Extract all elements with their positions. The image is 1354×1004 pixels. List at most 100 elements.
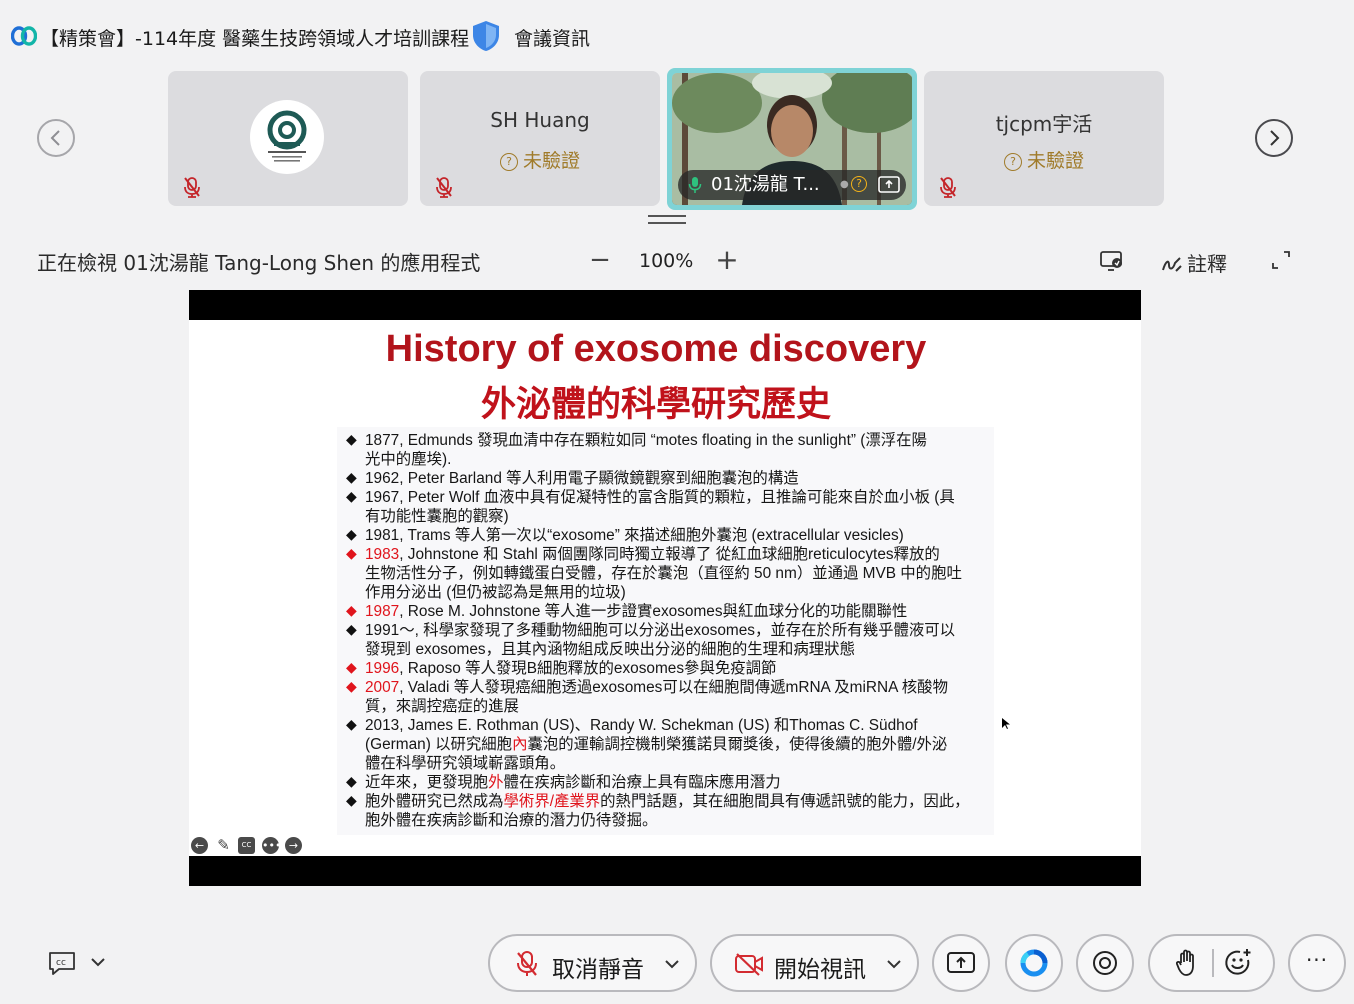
previous-participants-button[interactable] [37,119,75,157]
record-icon [1093,951,1117,975]
bullet-text: 發現到 exosomes，且其內涵物組成反映出分泌的細胞的生理和病理狀態 [365,641,855,658]
next-slide-icon[interactable]: → [285,837,302,854]
question-icon: ? [499,153,518,171]
letterbox-bottom [189,856,1141,886]
participant-tile[interactable]: tjcpm宇活 ? 未驗證 [924,71,1164,206]
next-participants-button[interactable] [1255,119,1293,157]
bullet-diamond: ◆ [346,470,357,486]
title-bar: 【精策會】-114年度 醫藥生技跨領域人才培訓課程 會議資訊 [0,0,1354,70]
unmute-button[interactable]: 取消靜音 [488,934,697,992]
cc-icon[interactable]: cc [47,950,77,976]
participant-tile[interactable]: SH Huang ? 未驗證 [420,71,660,206]
bullet-text: 2007, Valadi 等人發現癌細胞透過exosomes可以在細胞間傳遞mR… [365,678,948,697]
logo-emblem-icon [267,110,307,162]
video-off-icon [735,953,763,976]
mic-muted-icon [517,951,537,976]
bullet-text-body: (German) 以研究細胞 [365,736,513,753]
active-speaker-tile[interactable]: 01沈湯龍 T... ● ? [667,68,917,210]
subtitles-icon[interactable]: CC [238,837,255,854]
shared-screen[interactable]: History of exosome discovery 外泌體的科學研究歷史 … [189,290,1141,886]
bullet-text-body: 體在疾病診斷和治療上具有臨床應用潛力 [503,774,781,791]
chevron-down-icon[interactable] [664,957,680,971]
year-highlight: 2007 [365,679,400,696]
annotate-icon [1162,257,1182,272]
bullet-text-body: , Valadi 等人發現癌細胞透過exosomes可以在細胞間傳遞mRNA 及… [399,679,948,696]
chevron-down-icon[interactable] [89,953,107,971]
annotate-label: 註釋 [1187,252,1227,276]
pen-icon[interactable]: ✎ [215,837,232,854]
unmute-label: 取消靜音 [552,957,644,983]
record-button[interactable] [1076,934,1134,992]
bullet-text: 2013, James E. Rothman (US)、Randy W. Sch… [365,717,918,734]
start-video-button[interactable]: 開始視訊 [710,934,919,992]
bullet-text: (German) 以研究細胞內囊泡的運輸調控機制榮獲諾貝爾獎後，使得後續的胞外體… [365,735,947,754]
chevron-down-icon[interactable] [886,957,902,971]
ai-assistant-icon [1020,949,1048,977]
previous-slide-icon[interactable]: ← [191,837,208,854]
ai-assistant-button[interactable] [1005,934,1063,992]
share-button[interactable] [932,934,990,992]
fullscreen-icon[interactable] [1270,249,1292,271]
participant-tile[interactable] [168,71,408,206]
bullet-text: 1991～, 科學家發現了多種動物細胞可以分泌出exosomes，並存在於所有幾… [365,622,956,639]
bullet-text: 質，來調控癌症的進展 [365,698,519,715]
annotate-button[interactable]: 註釋 [1161,248,1227,277]
mic-muted-icon [940,177,956,198]
divider [1212,949,1214,977]
reaction-icon[interactable] [1224,948,1252,976]
bullet-diamond: ◆ [346,774,357,790]
unverified-badge: ? 未驗證 [420,146,660,173]
bullet-text: 1877, Edmunds 發現血清中存在顆粒如同 “motes floatin… [365,432,927,449]
bullet-diamond: ◆ [346,793,357,809]
mouse-cursor-icon [1002,718,1010,729]
zoom-out-button[interactable]: − [588,245,612,275]
mic-muted-icon [184,177,200,198]
bullet-text-body: , Rose M. Johnstone 等人進一步證實exosomes與紅血球分… [399,603,908,620]
more-button[interactable]: ··· [1288,934,1346,992]
viewing-status: 正在檢視 01沈湯龍 Tang-Long Shen 的應用程式 [37,251,481,275]
more-options-icon[interactable]: ••• [262,837,281,854]
bullet-text-body: 近年來，更發現胞 [365,774,489,791]
bullet-diamond-red: ◆ [346,660,357,676]
unverified-icon: ? [851,176,867,192]
more-icon: ··· [1305,948,1329,972]
year-highlight: 1987 [365,603,400,620]
bullet-diamond: ◆ [346,489,357,505]
zoom-in-button[interactable]: + [715,243,739,276]
slide-title-english: History of exosome discovery [385,328,927,370]
bullet-text: 近年來，更發現胞外體在疾病診斷和治療上具有臨床應用潛力 [365,773,781,792]
text-highlight: 內 [512,736,528,753]
year-highlight: 1983 [365,546,400,563]
text-highlight: 學術界/產業界 [503,793,601,810]
bullet-text: 光中的塵埃). [365,451,452,468]
webex-logo [11,26,37,46]
unverified-badge: ? 未驗證 [924,146,1164,173]
bullet-text-body: 的熱門話題，其在細胞間具有傳遞訊號的能力，因此， [600,793,970,810]
resize-handle[interactable] [648,214,686,226]
shield-icon[interactable] [470,19,502,53]
bullet-text: 體在科學研究領域嶄露頭角。 [365,755,566,772]
slide-bullet-list: ◆ 1877, Edmunds 發現血清中存在顆粒如同 “motes float… [337,427,994,835]
share-view-icon[interactable] [1099,249,1125,273]
bullet-text-body: , Raposo 等人發現B細胞釋放的exosomes參與免疫調節 [399,660,777,677]
meeting-info-link[interactable]: 會議資訊 [514,24,590,51]
bullet-diamond-red: ◆ [346,603,357,619]
bullet-diamond-red: ◆ [346,546,357,562]
reactions-button[interactable] [1148,934,1275,992]
participant-name: tjcpm宇活 [995,112,1093,136]
raise-hand-icon[interactable] [1176,949,1198,977]
bullet-text: 1983, Johnstone 和 Stahl 兩個團隊同時獨立報導了 從紅血球… [365,545,940,564]
zoom-level: 100% [639,250,694,272]
meeting-title: 【精策會】-114年度 醫藥生技跨領域人才培訓課程 [40,28,470,50]
text-highlight: 外 [488,774,504,791]
year-highlight: 1996 [365,660,400,677]
mic-muted-icon [436,177,452,198]
sharing-icon [878,176,900,193]
bullet-text: 1962, Peter Barland 等人利用電子顯微鏡觀察到細胞囊泡的構造 [365,470,799,487]
bullet-text: 胞外體研究已然成為學術界/產業界的熱門話題，其在細胞間具有傳遞訊號的能力，因此， [365,792,970,811]
bullet-text: 有功能性囊胞的觀察) [365,508,509,525]
letterbox-top [189,290,1141,320]
chevron-right-icon [1270,130,1280,146]
question-icon: ? [1003,153,1022,171]
participant-video: 01沈湯龍 T... ● ? [672,73,912,205]
